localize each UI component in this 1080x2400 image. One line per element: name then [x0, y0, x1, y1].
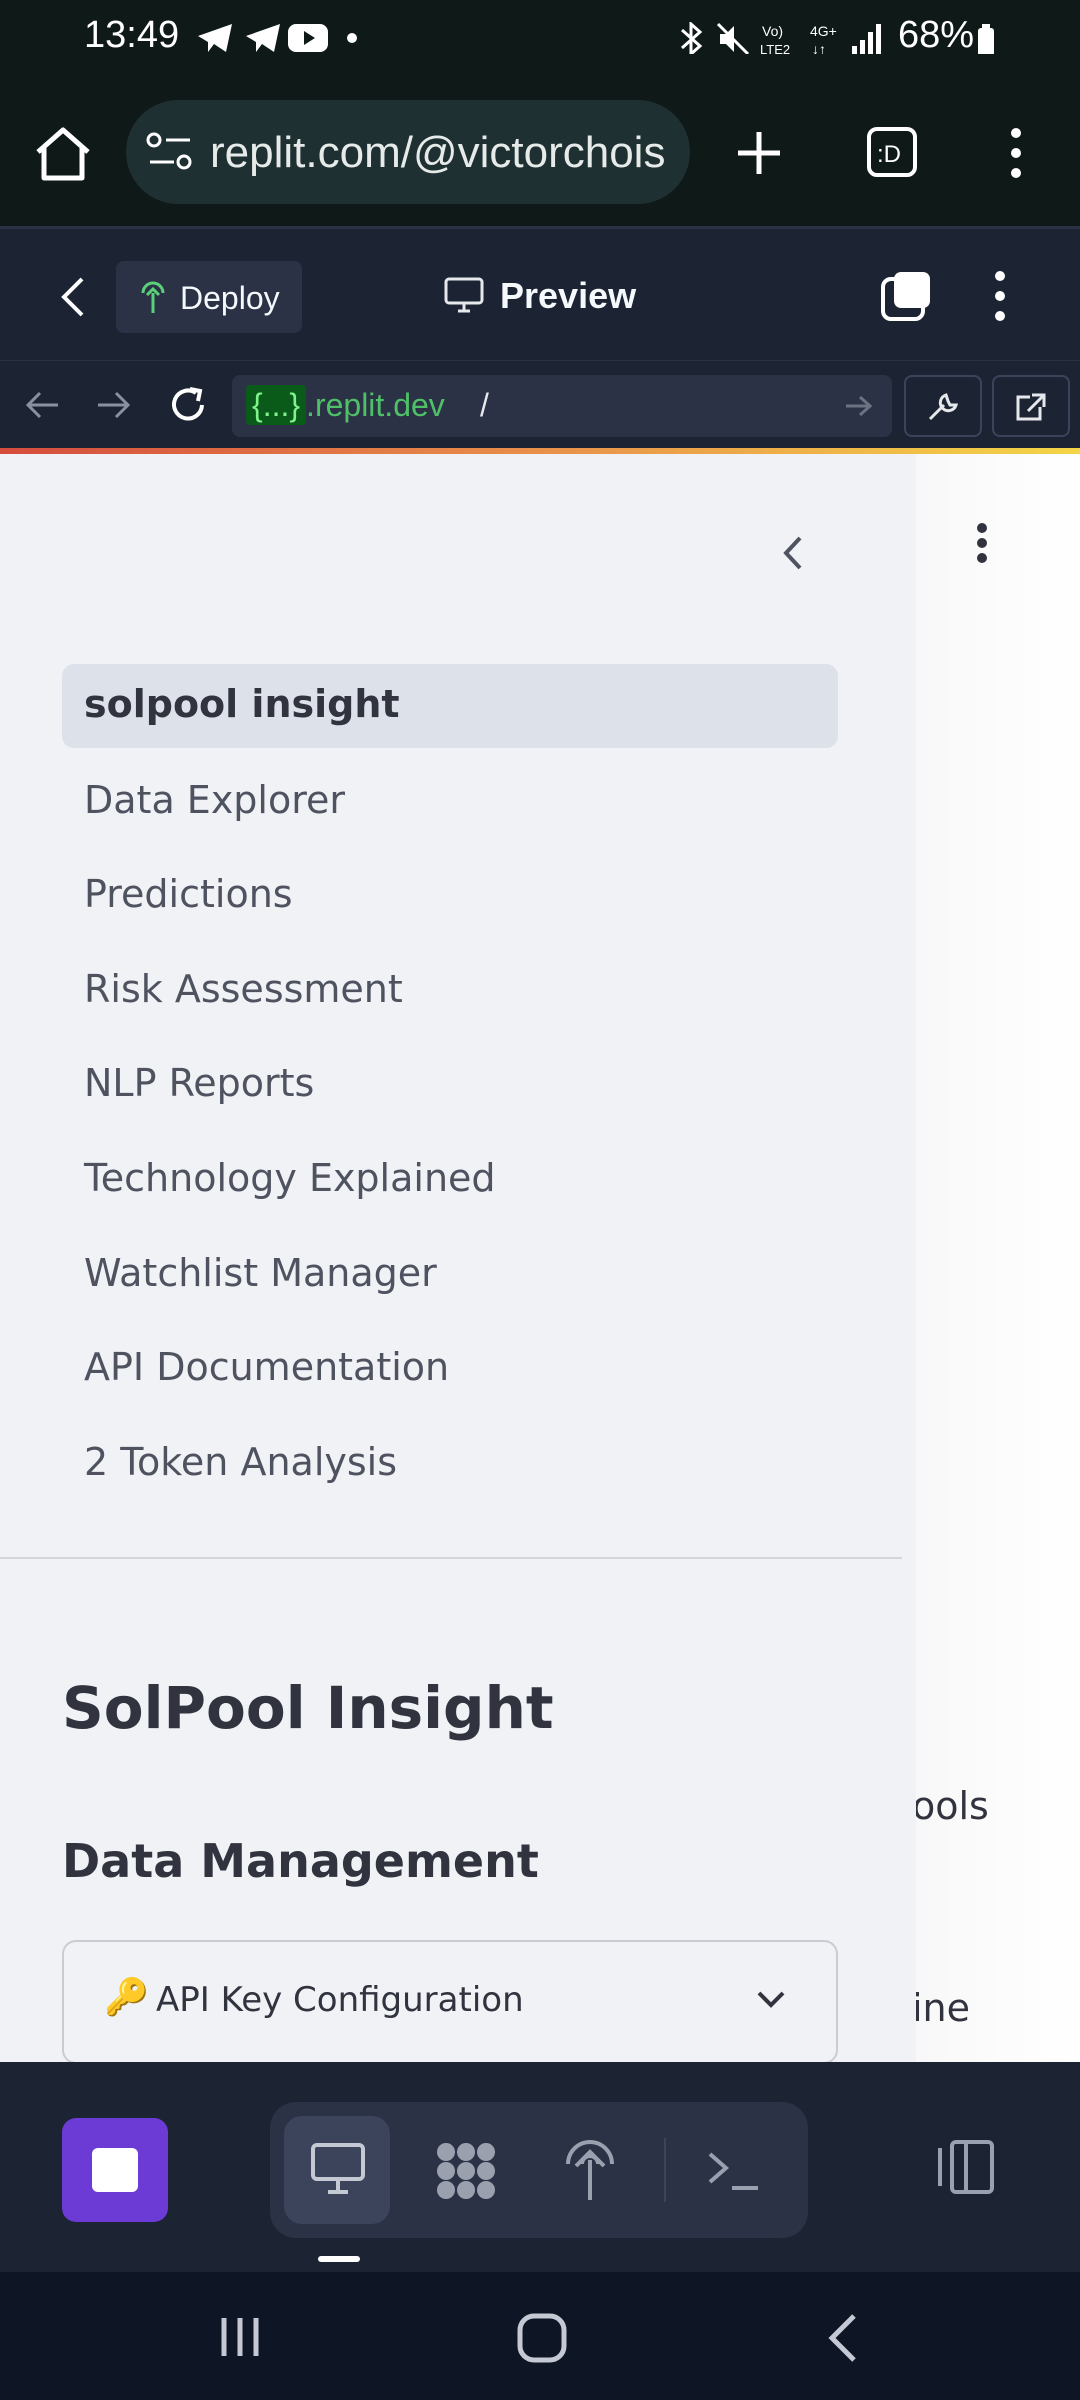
back-chevron-icon[interactable] — [58, 275, 86, 319]
tab-deployments-icon[interactable] — [564, 2138, 616, 2202]
host-suffix: .replit.dev — [306, 387, 445, 423]
replit-bottom-toolbar — [0, 2062, 1080, 2272]
stop-button[interactable] — [62, 2118, 168, 2222]
expander-label: API Key Configuration — [156, 1980, 524, 2020]
webview-url-field[interactable]: {...} .replit.dev / — [232, 375, 892, 437]
monitor-icon — [444, 277, 484, 313]
nav-item-predictions[interactable]: Predictions — [84, 872, 293, 916]
refresh-icon[interactable] — [168, 385, 208, 425]
nav-item-watchlist-manager[interactable]: Watchlist Manager — [84, 1251, 437, 1295]
status-time: 13:49 — [84, 14, 180, 56]
webview-navigation-bar: {...} .replit.dev / — [0, 360, 1080, 449]
browser-toolbar: replit.com/@victorchois :D — [0, 76, 1080, 226]
telegram-icon — [198, 24, 232, 52]
volte-icon: Vo) LTE2 — [760, 23, 790, 54]
telegram-icon — [246, 24, 280, 52]
tab-packages-icon[interactable] — [434, 2140, 498, 2202]
new-tab-icon[interactable] — [734, 128, 784, 178]
android-back-icon[interactable] — [826, 2312, 860, 2364]
webview-back-icon[interactable] — [24, 389, 60, 421]
address-text: replit.com/@victorchois — [210, 128, 666, 177]
tool-tabs — [270, 2102, 808, 2238]
preview-title: Preview — [500, 275, 637, 316]
android-nav-bar — [0, 2272, 1080, 2400]
wrench-icon — [928, 393, 959, 421]
tab-separator — [664, 2138, 666, 2202]
replit-header: Deploy Preview — [0, 226, 1080, 360]
chevron-down-icon — [757, 1991, 785, 2008]
deploy-label: Deploy — [180, 280, 280, 316]
sidebar-divider — [0, 1557, 902, 1559]
nav-item-solpool-insight[interactable]: solpool insight — [62, 664, 838, 748]
bluetooth-icon — [681, 22, 703, 54]
external-link-icon — [1016, 393, 1046, 421]
tab-preview[interactable] — [284, 2116, 390, 2224]
main-panel: ools ine — [912, 454, 1080, 2062]
svg-text:4G+: 4G+ — [810, 23, 837, 39]
layout-toggle-icon[interactable] — [932, 2138, 996, 2196]
webview-forward-icon[interactable] — [96, 389, 132, 421]
nav-item-technology-explained[interactable]: Technology Explained — [84, 1156, 496, 1200]
key-icon: 🔑 — [104, 1976, 149, 2017]
devtools-button[interactable] — [904, 375, 982, 437]
mute-icon — [716, 22, 750, 54]
host-braces: {...} — [246, 385, 307, 425]
nav-item-data-explorer[interactable]: Data Explorer — [84, 778, 345, 822]
battery-percent: 68% — [898, 14, 975, 56]
open-new-tab-button[interactable] — [992, 375, 1070, 437]
nav-item-risk-assessment[interactable]: Risk Assessment — [84, 967, 403, 1011]
youtube-icon — [288, 24, 328, 52]
app-title: SolPool Insight — [62, 1674, 554, 1742]
address-bar[interactable]: replit.com/@victorchois — [126, 100, 690, 204]
main-clipped-text: ine — [912, 1986, 971, 2030]
4g-icon: 4G+ ↓↑ — [810, 23, 837, 54]
app-menu-icon[interactable] — [974, 522, 990, 564]
main-clipped-text: ools — [912, 1784, 989, 1828]
status-bar: 13:49 Vo) LTE2 4G+ ↓↑ 68% — [0, 0, 1080, 76]
stop-icon — [92, 2148, 138, 2192]
tab-switcher-icon[interactable]: :D — [866, 126, 918, 178]
svg-text:Vo): Vo) — [762, 23, 783, 39]
recent-apps-icon[interactable] — [218, 2314, 264, 2360]
nav-item-api-documentation[interactable]: API Documentation — [84, 1345, 449, 1389]
nav-item-nlp-reports[interactable]: NLP Reports — [84, 1061, 314, 1105]
svg-text:↓↑: ↓↑ — [812, 41, 826, 54]
deploy-button[interactable]: Deploy — [116, 261, 302, 333]
monitor-icon — [311, 2143, 365, 2194]
app-content: ools ine solpool insight Data Explorer P… — [0, 454, 1080, 2064]
notification-dot-icon — [347, 33, 357, 43]
layout-panes-icon[interactable] — [880, 269, 934, 323]
android-home-icon[interactable] — [516, 2312, 568, 2364]
webview-host: {...} .replit.dev — [246, 385, 445, 425]
battery-icon — [978, 24, 994, 54]
nav-item-token-analysis[interactable]: 2 Token Analysis — [84, 1440, 397, 1484]
go-arrow-icon[interactable] — [844, 393, 872, 419]
svg-text:LTE2: LTE2 — [760, 42, 790, 54]
signal-icon — [852, 24, 881, 54]
tab-shell-icon[interactable] — [706, 2148, 760, 2192]
deploy-icon — [141, 281, 165, 313]
site-settings-icon[interactable] — [146, 130, 194, 174]
section-title: Data Management — [62, 1834, 539, 1888]
svg-text::D: :D — [877, 141, 901, 168]
sidebar: solpool insight Data Explorer Prediction… — [0, 454, 916, 2064]
home-icon[interactable] — [34, 126, 92, 182]
pane-menu-icon[interactable] — [990, 269, 1010, 323]
api-key-config-expander[interactable]: 🔑 API Key Configuration — [62, 1940, 838, 2064]
active-indicator — [318, 2256, 360, 2262]
webview-path: / — [480, 387, 489, 423]
browser-menu-icon[interactable] — [1006, 126, 1026, 180]
collapse-sidebar-icon[interactable] — [780, 534, 804, 572]
nav-item-label: solpool insight — [84, 682, 400, 726]
